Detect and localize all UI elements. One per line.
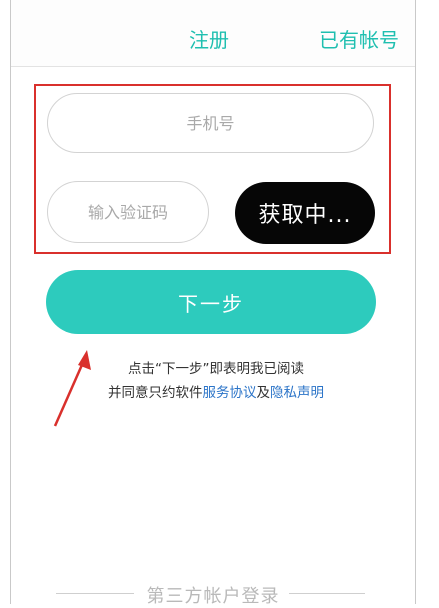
third-party-login-section: 第三方帐户登录 bbox=[11, 580, 415, 607]
agreement-notice-line2: 并同意只约软件服务协议及隐私声明 bbox=[71, 384, 361, 402]
agreement-connector: 及 bbox=[256, 385, 271, 401]
verification-code-input[interactable] bbox=[47, 181, 209, 243]
header-bar: 注册 已有帐号 bbox=[11, 0, 415, 67]
existing-account-link[interactable]: 已有帐号 bbox=[319, 24, 399, 53]
agreement-prefix: 并同意只约软件 bbox=[108, 385, 203, 401]
agreement-notice-line1: 点击“下一步”即表明我已阅读 bbox=[128, 361, 304, 377]
phone-screen: 注册 已有帐号 获取中... 下一步 点击“下一步”即表明我已阅读 并同意只约软… bbox=[10, 0, 416, 607]
divider-right bbox=[289, 593, 365, 594]
get-code-button[interactable]: 获取中... bbox=[235, 182, 375, 244]
privacy-policy-link[interactable]: 隐私声明 bbox=[270, 385, 324, 401]
page-title: 注册 bbox=[189, 28, 229, 52]
service-agreement-link[interactable]: 服务协议 bbox=[203, 385, 257, 401]
next-step-button[interactable]: 下一步 bbox=[46, 270, 376, 334]
phone-number-input[interactable] bbox=[47, 93, 374, 153]
third-party-login-label: 第三方帐户登录 bbox=[146, 586, 280, 607]
